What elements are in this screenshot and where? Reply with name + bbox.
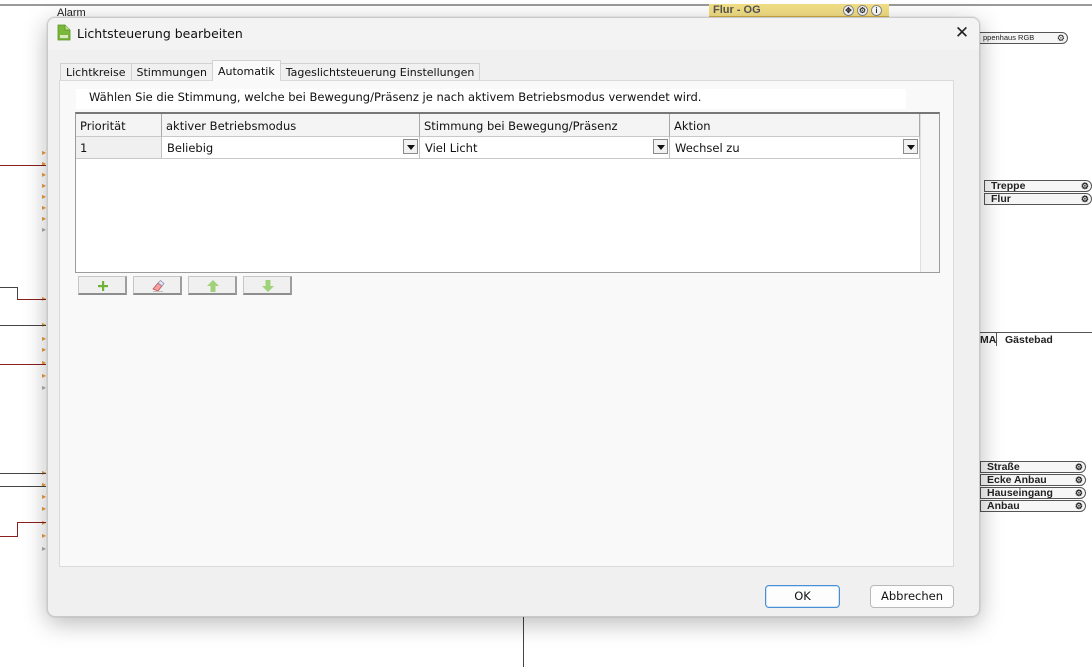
anbau-label: Anbau bbox=[987, 500, 1020, 512]
tab-tageslichtsteuerung[interactable]: Tageslichtsteuerung Einstellungen bbox=[279, 63, 481, 81]
wire bbox=[0, 536, 18, 537]
gear-icon[interactable]: ⚙ bbox=[1081, 194, 1089, 204]
flur-og-label: Flur - OG bbox=[713, 4, 761, 16]
divider bbox=[996, 333, 997, 346]
mode-value: Beliebig bbox=[167, 141, 214, 155]
divider bbox=[980, 332, 1092, 333]
automatik-table: Priorität aktiver Betriebsmodus Stimmung… bbox=[75, 112, 940, 273]
flur-label: Flur bbox=[991, 193, 1011, 205]
strasse-node[interactable]: Straße ⚙ bbox=[980, 461, 1086, 473]
hauseingang-label: Hauseingang bbox=[987, 487, 1053, 499]
wire bbox=[0, 165, 46, 166]
wire bbox=[0, 486, 46, 487]
wire bbox=[17, 522, 46, 523]
column-header-betriebsmodus[interactable]: aktiver Betriebsmodus bbox=[162, 114, 420, 137]
info-icon[interactable]: i bbox=[871, 5, 882, 16]
tab-automatik[interactable]: Automatik bbox=[211, 60, 281, 81]
gastebad-label[interactable]: Gästebad bbox=[1005, 334, 1053, 346]
dropdown-arrow-icon[interactable] bbox=[903, 139, 918, 154]
gear-icon[interactable]: ⚙ bbox=[1081, 181, 1089, 191]
treppe-label: Treppe bbox=[991, 180, 1026, 192]
cancel-button[interactable]: Abbrechen bbox=[870, 585, 954, 608]
column-header-prioritaet[interactable]: Priorität bbox=[76, 114, 162, 137]
gear-icon[interactable]: ⚙ bbox=[1075, 501, 1083, 511]
table-row[interactable]: 1 Beliebig Viel Licht Wechsel zu bbox=[76, 137, 921, 159]
column-header-stimmung[interactable]: Stimmung bei Bewegung/Präsenz bbox=[420, 114, 670, 137]
flur-og-node[interactable]: Flur - OG ✥ ⚙ i bbox=[709, 4, 889, 17]
dialog-titlebar[interactable]: Lichtsteuerung bearbeiten ✕ bbox=[48, 18, 979, 50]
description-text: Wählen Sie die Stimmung, welche bei Bewe… bbox=[76, 89, 906, 109]
action-select-cell[interactable]: Wechsel zu bbox=[670, 137, 920, 159]
diagram-top-line bbox=[0, 4, 1092, 6]
app-icon bbox=[57, 24, 71, 41]
plus-icon bbox=[98, 281, 108, 291]
table-header: Priorität aktiver Betriebsmodus Stimmung… bbox=[76, 114, 921, 137]
dialog-title: Lichtsteuerung bearbeiten bbox=[77, 26, 243, 41]
tab-stimmungen[interactable]: Stimmungen bbox=[130, 63, 213, 81]
add-row-button[interactable] bbox=[78, 276, 127, 295]
wire bbox=[0, 287, 17, 288]
tab-lichtkreise[interactable]: Lichtkreise bbox=[60, 63, 132, 81]
gear-icon[interactable]: ⚙ bbox=[1075, 488, 1083, 498]
gear-icon[interactable]: ⚙ bbox=[1075, 475, 1083, 485]
priority-cell[interactable]: 1 bbox=[76, 137, 162, 159]
move-icon[interactable]: ✥ bbox=[843, 5, 854, 16]
ecke-anbau-node[interactable]: Ecke Anbau ⚙ bbox=[980, 474, 1086, 486]
mood-value: Viel Licht bbox=[425, 141, 478, 155]
eraser-icon bbox=[152, 279, 165, 292]
mode-select-cell[interactable]: Beliebig bbox=[162, 137, 420, 159]
wire bbox=[0, 473, 46, 474]
move-down-button[interactable] bbox=[243, 276, 292, 295]
flur-node[interactable]: Flur ⚙ bbox=[984, 193, 1092, 205]
move-up-button[interactable] bbox=[188, 276, 237, 295]
tab-panel-automatik: Wählen Sie die Stimmung, welche bei Bewe… bbox=[59, 80, 954, 567]
strasse-label: Straße bbox=[987, 461, 1020, 473]
action-value: Wechsel zu bbox=[675, 141, 740, 155]
anbau-node[interactable]: Anbau ⚙ bbox=[980, 500, 1086, 512]
ma-label: MA bbox=[980, 334, 997, 346]
table-scroll-area bbox=[920, 114, 939, 272]
wire bbox=[523, 617, 524, 667]
hauseingang-node[interactable]: Hauseingang ⚙ bbox=[980, 487, 1086, 499]
tab-bar: Lichtkreise Stimmungen Automatik Tagesli… bbox=[60, 60, 481, 81]
table-toolbar bbox=[78, 276, 292, 295]
treppenhaus-rgb-node[interactable]: ppenhaus RGB ⚙ bbox=[976, 32, 1068, 44]
ecke-anbau-label: Ecke Anbau bbox=[987, 474, 1047, 486]
wire bbox=[17, 299, 46, 300]
gear-icon[interactable]: ⚙ bbox=[1057, 33, 1065, 43]
gear-icon[interactable]: ⚙ bbox=[1075, 462, 1083, 472]
dropdown-arrow-icon[interactable] bbox=[653, 139, 668, 154]
mood-select-cell[interactable]: Viel Licht bbox=[420, 137, 670, 159]
treppenhaus-rgb-label: ppenhaus RGB bbox=[983, 33, 1035, 42]
close-button[interactable]: ✕ bbox=[951, 22, 973, 44]
wire bbox=[17, 522, 18, 537]
arrow-up-icon bbox=[207, 280, 219, 292]
delete-row-button[interactable] bbox=[133, 276, 182, 295]
wire bbox=[0, 325, 46, 326]
ok-button[interactable]: OK bbox=[765, 585, 840, 608]
arrow-down-icon bbox=[262, 280, 274, 292]
wire bbox=[0, 364, 46, 365]
gear-icon[interactable]: ⚙ bbox=[857, 5, 868, 16]
treppe-node[interactable]: Treppe ⚙ bbox=[984, 180, 1092, 192]
lichtsteuerung-dialog: Lichtsteuerung bearbeiten ✕ Lichtkreise … bbox=[47, 17, 980, 617]
dropdown-arrow-icon[interactable] bbox=[403, 139, 418, 154]
column-header-aktion[interactable]: Aktion bbox=[670, 114, 920, 137]
